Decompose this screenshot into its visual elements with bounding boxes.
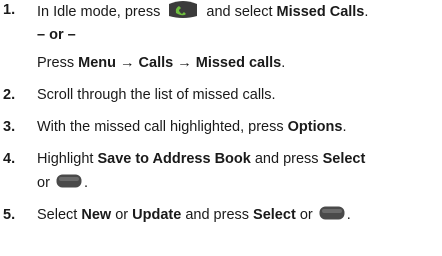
option-new: New (81, 207, 112, 223)
step-number: 1. (3, 2, 16, 18)
step-text: and select (206, 3, 273, 20)
step-text: In Idle mode, press (37, 3, 161, 20)
step-number: 2. (3, 87, 16, 103)
options-softkey-label: Options (287, 119, 343, 135)
step-text: Scroll through the list of missed calls. (37, 87, 276, 103)
menu-item-missed-calls: Missed Calls (276, 3, 365, 20)
select-softkey-label: Select (253, 207, 296, 223)
step-number: 3. (3, 119, 16, 135)
menu-path-missed-calls: Missed calls (195, 55, 282, 71)
menu-path-menu: Menu (78, 55, 116, 71)
arrow-icon: → (177, 55, 192, 71)
call-key-icon (167, 0, 199, 20)
option-update: Update (132, 207, 182, 223)
step-number: 4. (3, 151, 16, 167)
select-key-icon (319, 206, 345, 220)
arrow-icon: → (120, 55, 135, 71)
menu-item-save-to-address-book: Save to Address Book (97, 151, 251, 167)
step-number: 5. (3, 207, 16, 223)
select-softkey-label: Select (322, 151, 366, 167)
select-key-icon (56, 174, 82, 188)
menu-path-calls: Calls (138, 55, 174, 71)
